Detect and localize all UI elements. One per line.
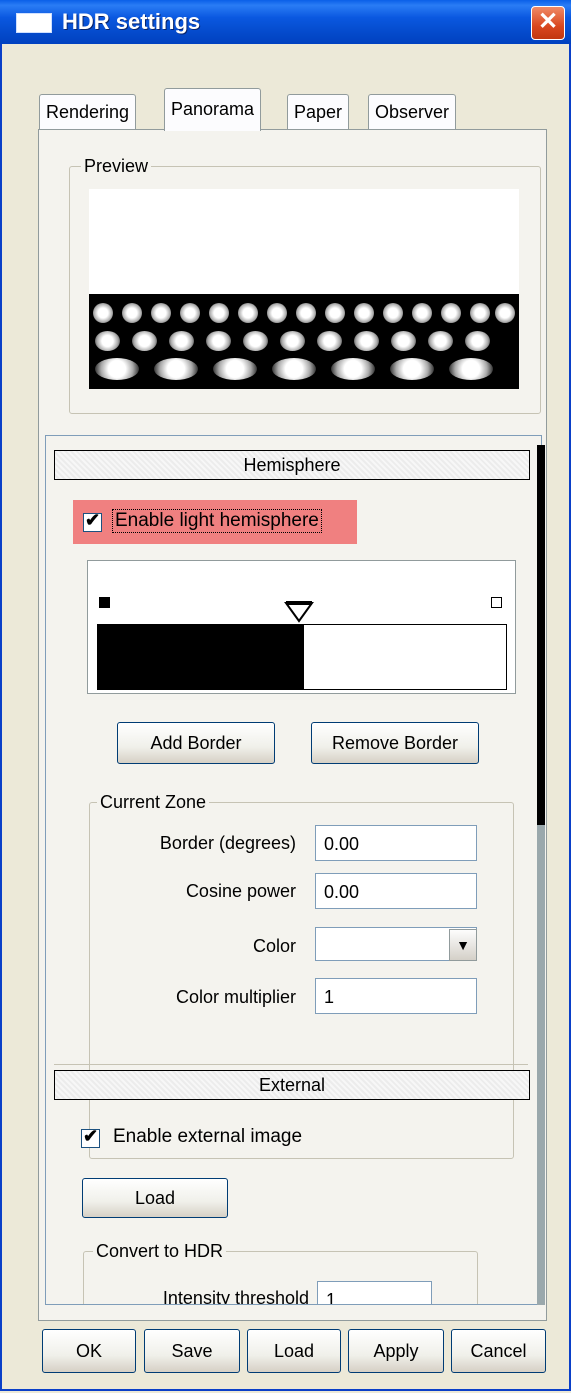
convert-to-hdr-group-label: Convert to HDR [93,1241,227,1262]
title-bar[interactable]: HDR settings ✕ [0,0,571,44]
light-spot [441,303,461,323]
light-spot [470,303,490,323]
light-spot [154,358,198,380]
load-button[interactable]: Load [247,1329,341,1373]
preview-light-spots [89,294,519,389]
light-spot [317,331,342,351]
cancel-button[interactable]: Cancel [451,1329,546,1373]
apply-button[interactable]: Apply [348,1329,444,1373]
current-zone-group-label: Current Zone [97,792,210,813]
tab-panorama[interactable]: Panorama [164,88,262,131]
checkmark-icon: ✔ [83,1126,99,1146]
light-spot [383,303,403,323]
zone-dark-segment [98,625,304,689]
enable-hemisphere-row[interactable]: ✔ Enable light hemisphere [73,500,357,544]
light-spot [132,331,157,351]
chevron-down-icon[interactable]: ▼ [449,929,477,961]
section-divider [54,1064,528,1065]
light-spot [465,331,490,351]
light-spot [169,331,194,351]
close-button[interactable]: ✕ [531,6,565,40]
light-spot [325,303,345,323]
light-spot [213,358,257,380]
tab-rendering[interactable]: Rendering [39,94,137,129]
hemisphere-zone-editor[interactable] [87,560,516,694]
color-multiplier-input[interactable]: 1 [315,978,477,1014]
scrollbar-thumb[interactable] [537,445,545,825]
light-spot [390,358,434,380]
zone-bar [97,624,507,690]
border-degrees-label: Border (degrees) [159,833,296,853]
cosine-power-label: Cosine power [185,881,296,901]
light-spot [180,303,200,323]
cosine-power-input[interactable]: 0.00 [315,873,477,909]
light-spot [95,331,120,351]
enable-external-checkbox[interactable]: ✔ [81,1126,100,1148]
load-image-button[interactable]: Load [82,1178,228,1218]
external-header[interactable]: External [54,1070,530,1100]
enable-hemisphere-label: Enable light hemisphere [112,509,322,533]
light-spot [122,303,142,323]
light-spot [209,303,229,323]
light-spot [206,331,231,351]
hemisphere-header[interactable]: Hemisphere [54,450,530,480]
light-spot [238,303,258,323]
light-spot [391,331,416,351]
light-spot [267,303,287,323]
light-spot [272,358,316,380]
light-spot [428,331,453,351]
ok-button[interactable]: OK [42,1329,136,1373]
color-label: Color [252,936,296,956]
light-spot [95,358,139,380]
border-marker-icon[interactable] [284,601,314,623]
light-spot [296,303,316,323]
save-button[interactable]: Save [144,1329,240,1373]
left-stop-handle[interactable] [99,597,110,608]
enable-external-label: Enable external image [113,1126,303,1147]
checkmark-icon: ✔ [85,510,101,530]
light-spot [151,303,171,323]
tab-observer[interactable]: Observer [368,94,457,129]
preview-group-label: Preview [81,156,152,177]
border-degrees-input[interactable]: 0.00 [315,825,477,861]
intensity-threshold-label: Intensity threshold [162,1288,309,1305]
window-title: HDR settings [62,9,201,34]
light-spot [331,358,375,380]
light-spot [354,331,379,351]
hdr-settings-window: HDR settings ✕ Rendering Panorama Paper … [0,0,571,1391]
add-border-button[interactable]: Add Border [117,722,275,764]
window-icon [16,13,52,33]
color-multiplier-label: Color multiplier [175,987,296,1007]
settings-scroll-pane[interactable]: Hemisphere ✔ Enable light hemisphere Add… [45,435,542,1305]
light-spot [412,303,432,323]
remove-border-button[interactable]: Remove Border [311,722,479,764]
light-spot [495,303,515,323]
enable-hemisphere-checkbox[interactable]: ✔ [83,510,102,532]
preview-image [89,189,519,389]
light-spot [280,331,305,351]
right-stop-handle[interactable] [491,597,502,608]
light-spot [243,331,268,351]
light-spot [449,358,493,380]
light-spot [354,303,374,323]
tab-paper[interactable]: Paper [287,94,350,129]
intensity-threshold-input[interactable]: 1 [317,1281,432,1304]
light-spot [93,303,113,323]
